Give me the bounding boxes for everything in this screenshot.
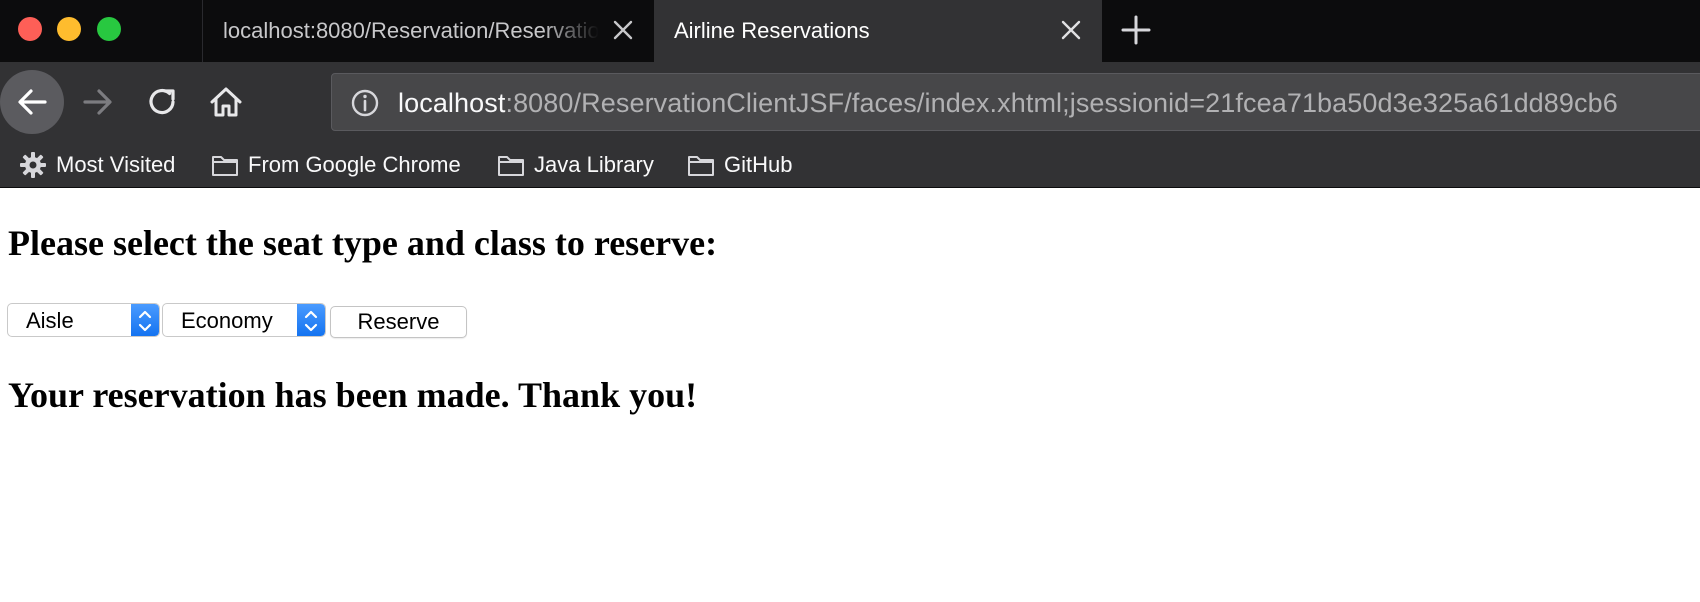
close-icon[interactable] <box>612 19 634 41</box>
close-window-button[interactable] <box>18 17 42 41</box>
tab-title: localhost:8080/Reservation/ReservationCl… <box>223 18 599 43</box>
reload-button[interactable] <box>140 80 184 124</box>
home-button[interactable] <box>204 80 248 124</box>
back-button[interactable] <box>0 70 64 134</box>
page-content: Please select the seat type and class to… <box>0 188 1700 602</box>
reserve-button[interactable]: Reserve <box>330 306 467 338</box>
bookmark-folder-java-library[interactable]: Java Library <box>496 142 654 188</box>
bookmark-label: From Google Chrome <box>248 152 461 177</box>
chevron-updown-icon <box>297 304 325 336</box>
forward-button[interactable] <box>76 80 120 124</box>
tab-title: Airline Reservations <box>674 18 870 43</box>
bookmark-most-visited[interactable]: Most Visited <box>18 142 175 188</box>
maximize-window-button[interactable] <box>97 17 121 41</box>
plus-icon <box>1121 15 1151 45</box>
seat-type-select[interactable]: Aisle <box>7 303 160 337</box>
address-bar[interactable]: localhost:8080/ReservationClientJSF/face… <box>331 73 1700 131</box>
tab-strip: localhost:8080/Reservation/ReservationCl… <box>0 0 1700 62</box>
url-text[interactable]: localhost:8080/ReservationClientJSF/face… <box>398 88 1618 119</box>
page-heading: Please select the seat type and class to… <box>8 223 718 263</box>
seat-class-select[interactable]: Economy <box>162 303 326 337</box>
info-icon[interactable] <box>350 88 380 118</box>
seat-class-value: Economy <box>181 308 273 333</box>
tab-reservation-client[interactable]: localhost:8080/Reservation/ReservationCl… <box>202 0 654 62</box>
bookmark-folder-from-google-chrome[interactable]: From Google Chrome <box>210 142 461 188</box>
close-icon[interactable] <box>1060 19 1082 41</box>
folder-icon <box>212 156 238 176</box>
home-icon <box>210 87 242 117</box>
minimize-window-button[interactable] <box>57 17 81 41</box>
folder-icon <box>498 156 524 176</box>
gear-icon <box>20 152 46 178</box>
folder-icon <box>688 156 714 176</box>
url-host: localhost <box>398 88 506 118</box>
nav-toolbar: localhost:8080/ReservationClientJSF/face… <box>0 62 1700 142</box>
tab-airline-reservations[interactable]: Airline Reservations <box>654 0 1102 62</box>
bookmarks-bar: Most Visited From Google Chrome Java Lib… <box>0 142 1700 188</box>
bookmark-label: GitHub <box>724 152 793 177</box>
bookmark-label: Java Library <box>534 152 654 177</box>
arrow-right-icon <box>83 89 112 115</box>
arrow-left-icon <box>18 89 47 115</box>
confirmation-message: Your reservation has been made. Thank yo… <box>8 375 698 415</box>
bookmark-folder-github[interactable]: GitHub <box>686 142 792 188</box>
chevron-updown-icon <box>131 304 159 336</box>
new-tab-button[interactable] <box>1118 12 1154 48</box>
reload-icon <box>149 88 175 115</box>
url-path: :8080/ReservationClientJSF/faces/index.x… <box>505 88 1618 118</box>
seat-type-value: Aisle <box>26 308 74 333</box>
bookmark-label: Most Visited <box>56 152 176 177</box>
